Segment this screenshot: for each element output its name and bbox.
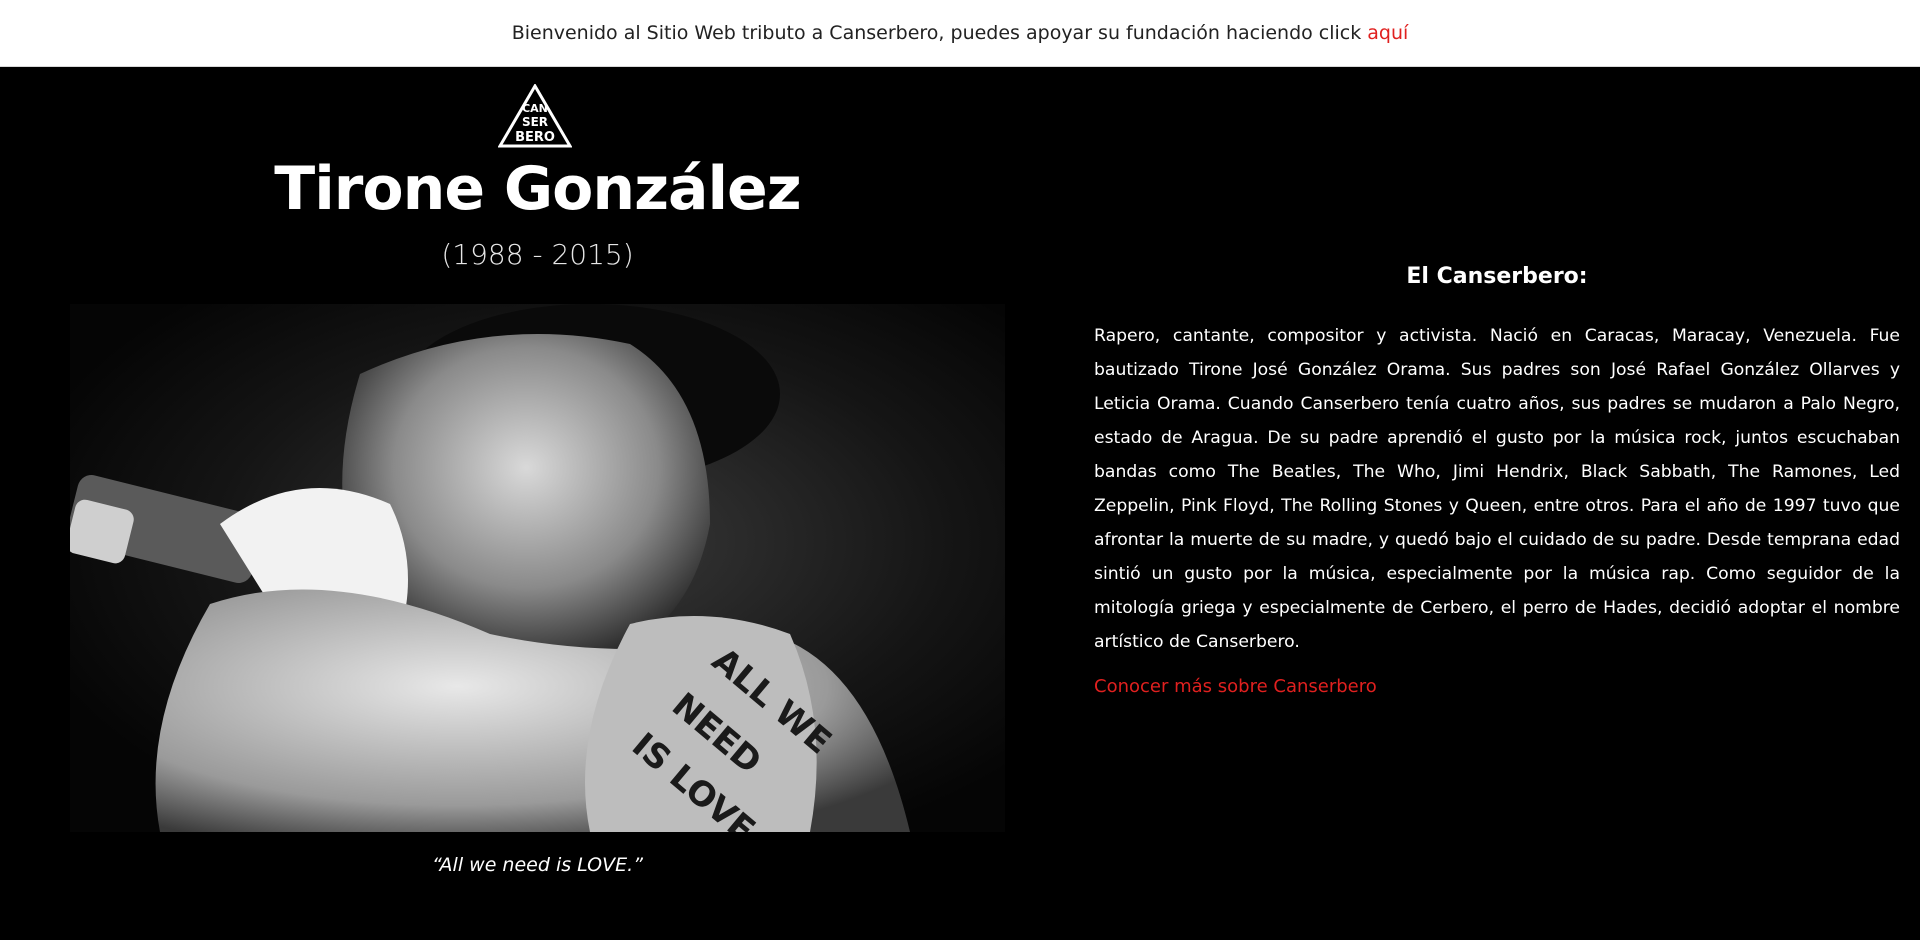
welcome-banner: Bienvenido al Sitio Web tributo a Canser…: [0, 0, 1920, 67]
canserbero-logo-icon: CAN SER BERO: [498, 84, 572, 148]
bio-heading: El Canserbero:: [1406, 264, 1588, 289]
artist-quote: “All we need is LOVE.”: [431, 854, 644, 876]
artist-photo: ALL WE NEED IS LOVE: [70, 304, 1005, 832]
welcome-text: Bienvenido al Sitio Web tributo a Canser…: [511, 22, 1362, 44]
artist-name: Tirone González: [274, 154, 801, 224]
bio-section: El Canserbero: Rapero, cantante, composi…: [1094, 66, 1900, 940]
life-years: (1988 - 2015): [441, 238, 634, 271]
svg-text:BERO: BERO: [515, 130, 555, 145]
support-foundation-link[interactable]: aquí: [1367, 22, 1408, 44]
learn-more-link[interactable]: Conocer más sobre Canserbero: [1094, 676, 1377, 697]
hero-section: CAN SER BERO Tirone González (1988 - 201…: [0, 66, 1075, 940]
svg-text:SER: SER: [522, 115, 548, 129]
svg-text:CAN: CAN: [522, 102, 548, 115]
bio-paragraph: Rapero, cantante, compositor y activista…: [1094, 326, 1900, 652]
